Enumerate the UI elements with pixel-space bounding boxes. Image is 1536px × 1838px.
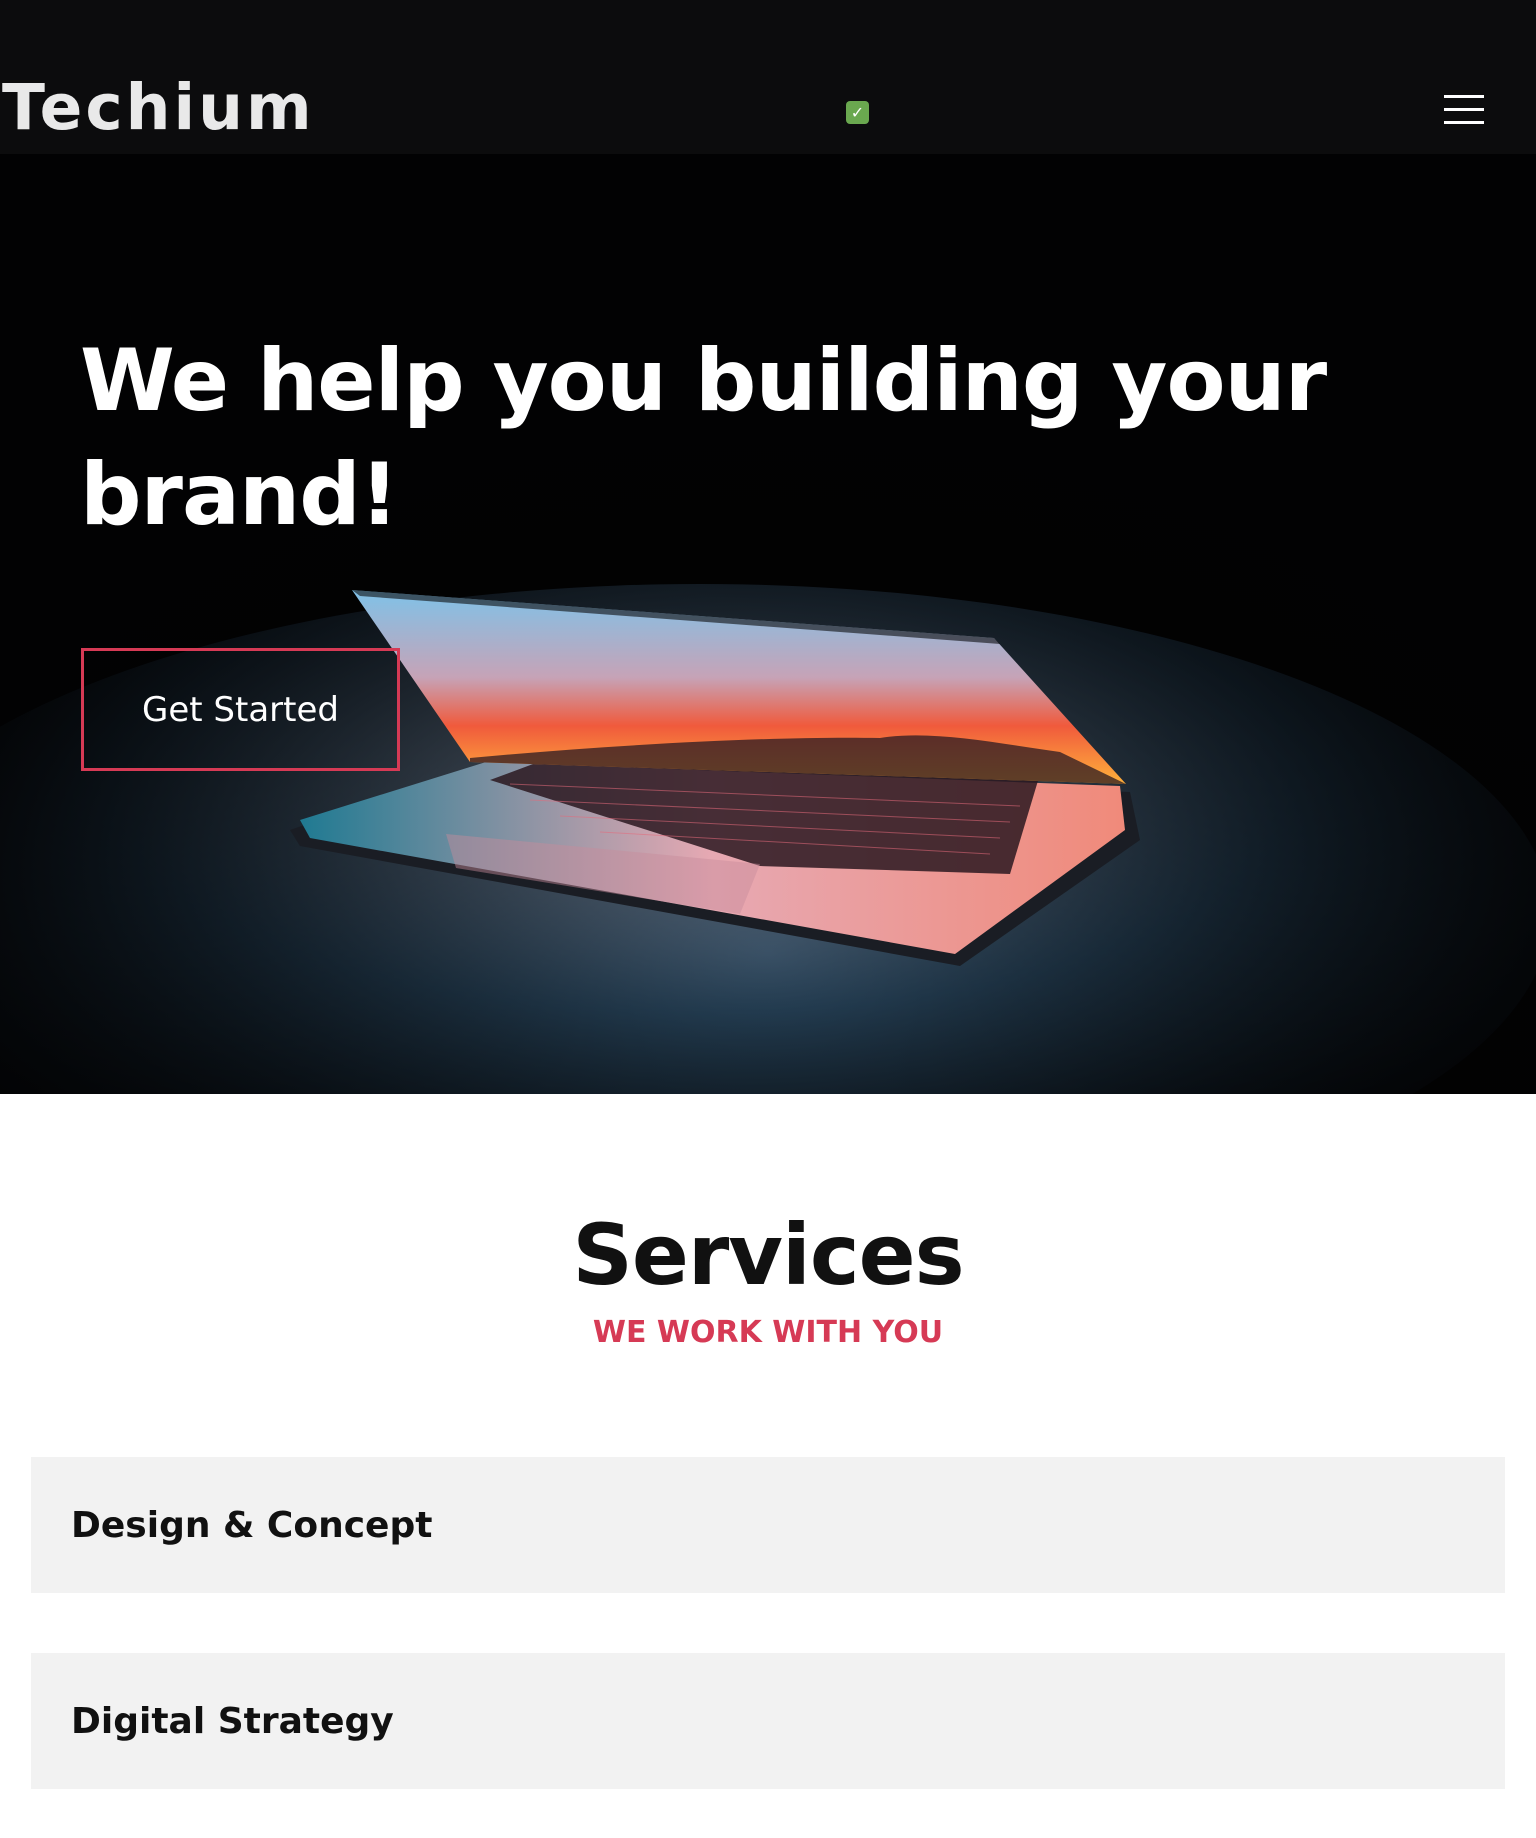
menu-line xyxy=(1444,121,1484,124)
menu-line xyxy=(1444,95,1484,98)
check-icon: ✓ xyxy=(846,101,869,124)
menu-line xyxy=(1444,108,1484,111)
site-header: Techium ✓ xyxy=(0,0,1536,154)
service-label: Design & Concept xyxy=(71,1504,433,1546)
hero-section: We help you building your brand! Get Sta… xyxy=(0,154,1536,1094)
services-title: Services xyxy=(572,1206,964,1304)
services-subtitle: WE WORK WITH YOU xyxy=(592,1315,944,1350)
service-item-design-concept[interactable]: Design & Concept xyxy=(31,1457,1505,1593)
site-logo[interactable]: Techium xyxy=(2,70,315,146)
laptop-image xyxy=(0,154,1536,1094)
service-item-digital-strategy[interactable]: Digital Strategy xyxy=(31,1653,1505,1789)
hero-title: We help you building your brand! xyxy=(80,331,1327,545)
service-label: Digital Strategy xyxy=(71,1700,394,1742)
get-started-button[interactable]: Get Started xyxy=(81,648,400,771)
hamburger-menu-icon[interactable] xyxy=(1438,88,1488,130)
